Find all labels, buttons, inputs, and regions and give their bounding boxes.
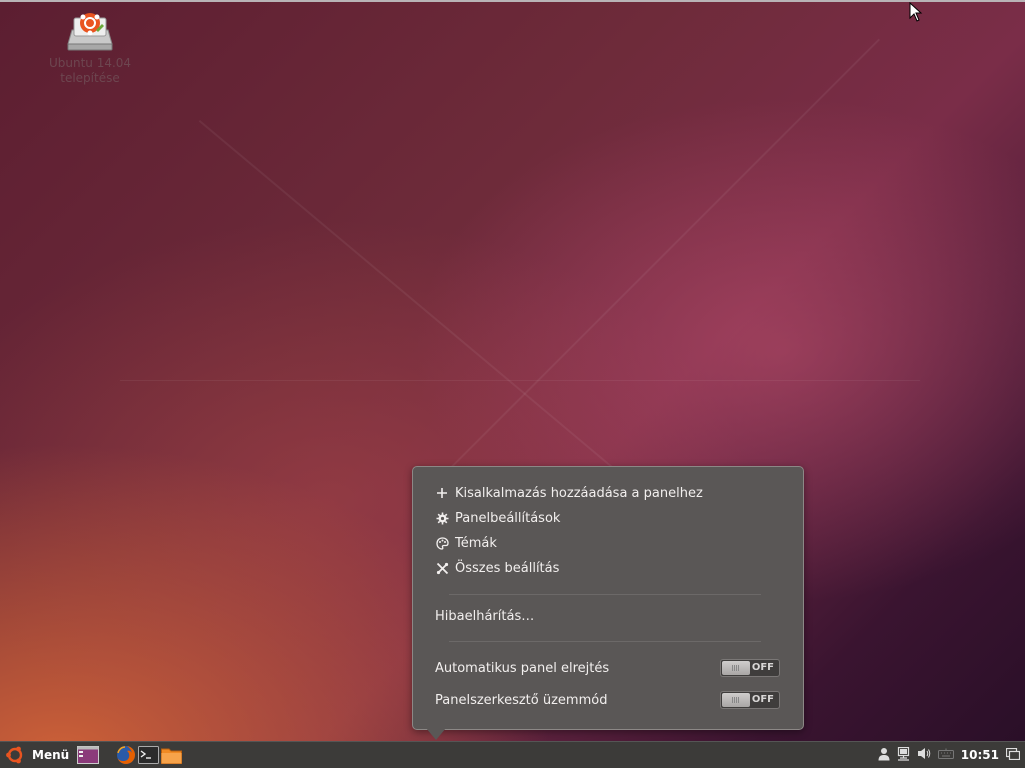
- auto-hide-label: Automatikus panel elrejtés: [435, 660, 610, 676]
- system-tray: 10:51: [871, 742, 1025, 768]
- toggle-knob: [722, 661, 750, 675]
- toggle-knob: [722, 693, 750, 707]
- menu-item-panel-settings[interactable]: Panelbeállítások: [435, 507, 560, 529]
- ubuntu-installer-icon: [67, 13, 113, 51]
- wallpaper-streak: [440, 38, 880, 479]
- menu-item-add-applet[interactable]: Kisalkalmazás hozzáadása a panelhez: [435, 482, 703, 504]
- edit-mode-label: Panelszerkesztő üzemmód: [435, 692, 608, 708]
- menu-item-label: Kisalkalmazás hozzáadása a panelhez: [455, 485, 703, 501]
- menu-item-label: Témák: [455, 535, 497, 551]
- popup-pointer: [426, 728, 446, 740]
- show-desktop-icon: [77, 746, 99, 764]
- plus-icon: [435, 486, 449, 500]
- bottom-panel: Menü 10:51: [0, 741, 1025, 768]
- menu-item-label: Hibaelhárítás…: [435, 608, 535, 624]
- firefox-launcher[interactable]: [116, 745, 136, 765]
- ubuntu-logo-icon: [6, 746, 23, 764]
- volume-icon[interactable]: [917, 747, 931, 763]
- menu-separator: [449, 641, 761, 642]
- files-icon: [161, 748, 182, 764]
- top-border: [0, 0, 1025, 2]
- edit-mode-row: Panelszerkesztő üzemmód OFF: [435, 689, 780, 711]
- edit-mode-toggle[interactable]: OFF: [720, 691, 780, 709]
- tools-icon: [435, 561, 449, 575]
- menu-button[interactable]: Menü: [5, 745, 69, 765]
- wallpaper-streak: [120, 380, 920, 381]
- menu-item-all-settings[interactable]: Összes beállítás: [435, 557, 559, 579]
- wallpaper-streak: [198, 120, 629, 482]
- firefox-icon: [117, 746, 135, 764]
- keyboard-icon[interactable]: [937, 748, 954, 763]
- panel-context-menu: Kisalkalmazás hozzáadása a panelhez Pane…: [412, 466, 804, 730]
- menu-item-themes[interactable]: Témák: [435, 532, 497, 554]
- palette-icon: [435, 536, 449, 550]
- desktop-icon-label-line2: telepítése: [60, 71, 120, 85]
- terminal-launcher[interactable]: [138, 745, 159, 765]
- window-list-icon[interactable]: [1005, 747, 1021, 763]
- toggle-state: OFF: [751, 662, 774, 673]
- desktop-icon-label-line1: Ubuntu 14.04: [48, 56, 132, 70]
- show-desktop-launcher[interactable]: [77, 745, 99, 765]
- menu-separator: [449, 594, 761, 595]
- auto-hide-row: Automatikus panel elrejtés OFF: [435, 657, 780, 679]
- desktop-icon-install-ubuntu[interactable]: Ubuntu 14.04 telepítése: [40, 8, 140, 86]
- toggle-state: OFF: [751, 694, 774, 705]
- gear-icon: [435, 511, 449, 525]
- clock[interactable]: 10:51: [961, 748, 999, 762]
- menu-item-label: Panelbeállítások: [455, 510, 561, 526]
- network-icon[interactable]: [897, 746, 910, 764]
- auto-hide-toggle[interactable]: OFF: [720, 659, 780, 677]
- user-icon[interactable]: [878, 747, 890, 764]
- menu-item-label: Összes beállítás: [455, 560, 560, 576]
- menu-item-troubleshoot[interactable]: Hibaelhárítás…: [435, 605, 534, 627]
- terminal-icon: [138, 746, 159, 764]
- menu-label: Menü: [32, 748, 70, 762]
- files-launcher[interactable]: [161, 745, 182, 765]
- mouse-cursor-icon: [909, 2, 923, 22]
